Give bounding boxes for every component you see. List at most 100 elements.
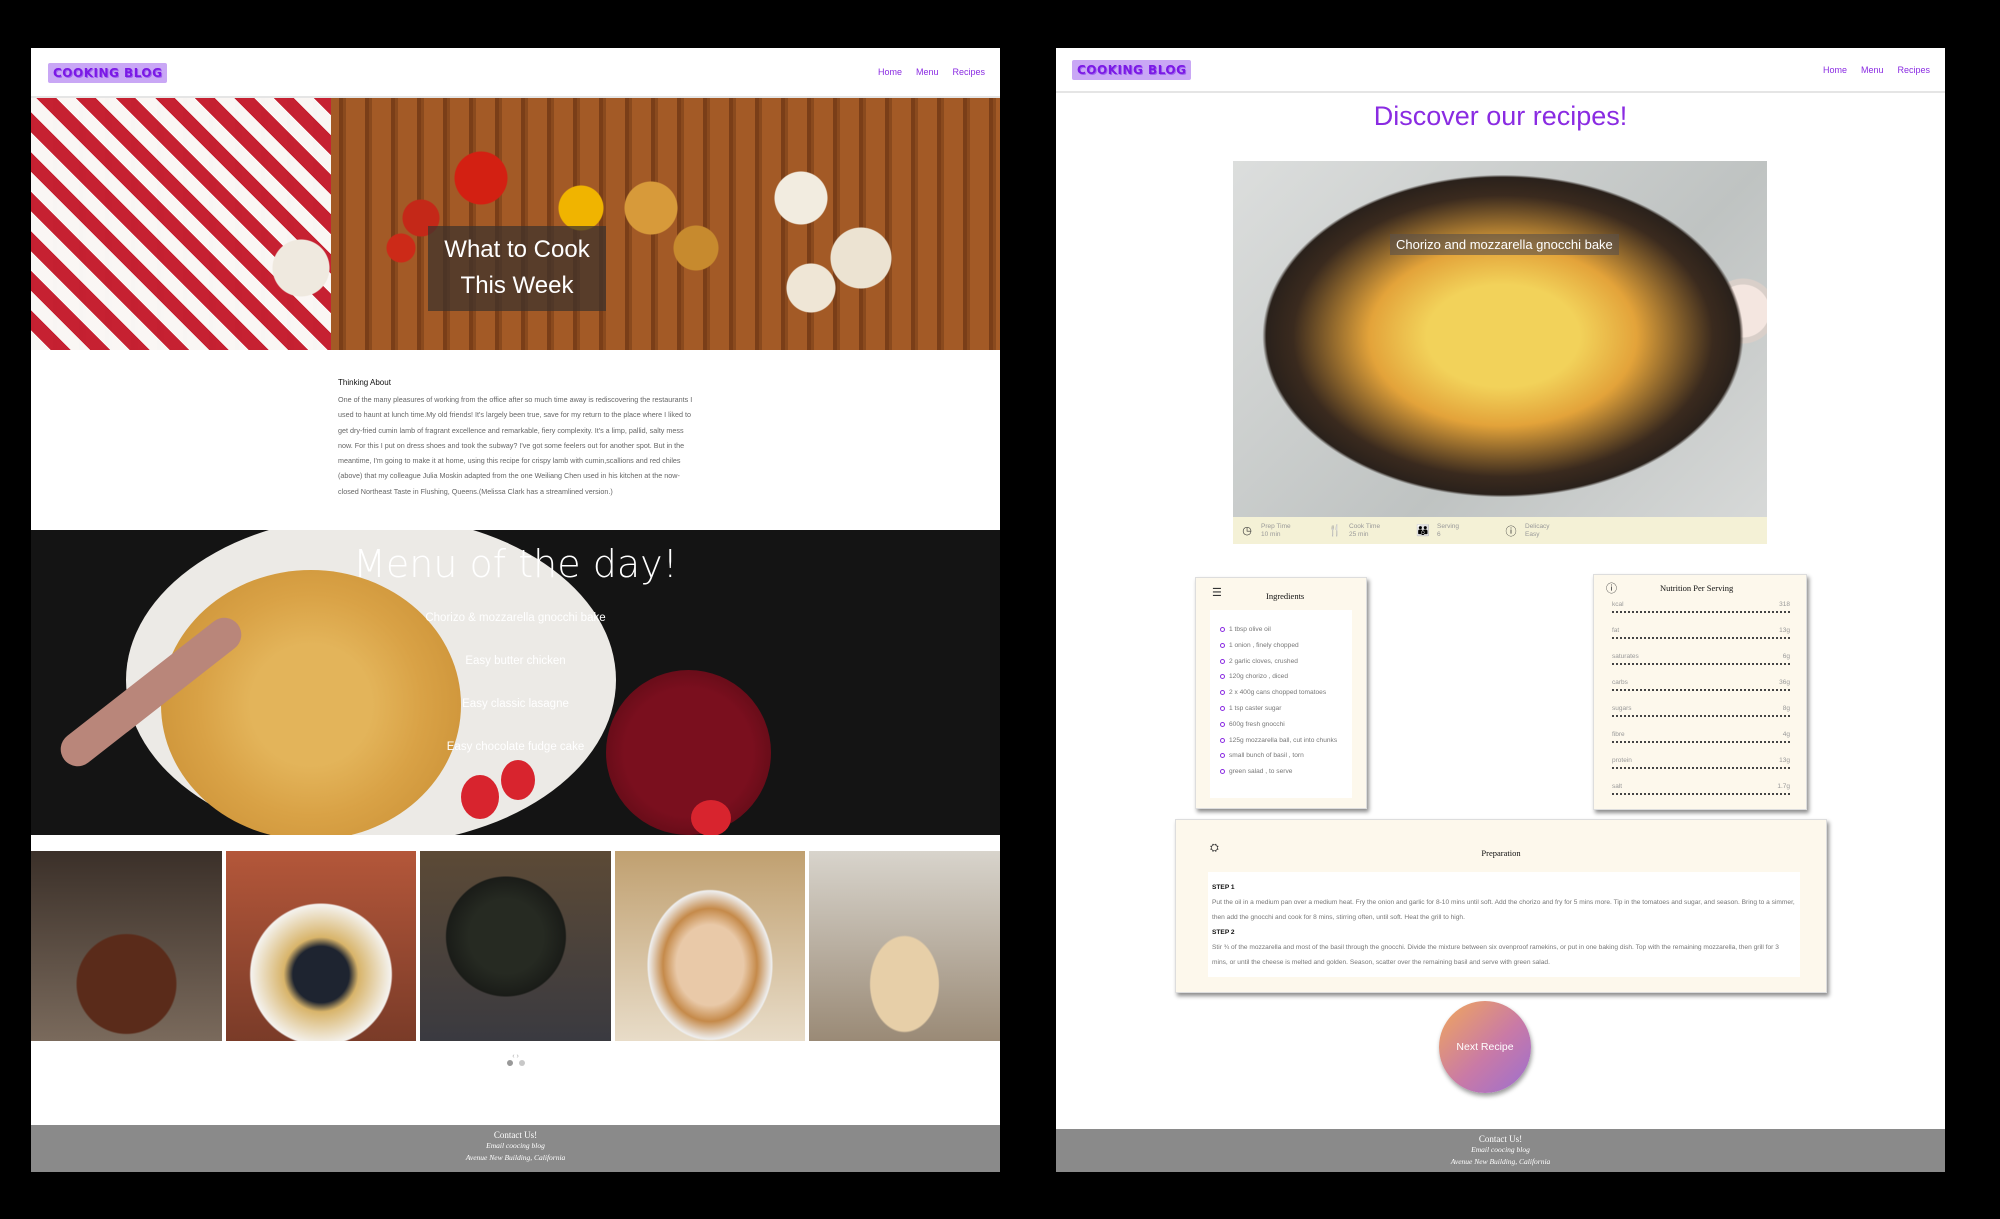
nutrition-row: carbs 36g [1612, 673, 1790, 691]
clock-icon: ◷ [1242, 525, 1252, 537]
menu-item[interactable]: Easy chocolate fudge cake [31, 741, 1000, 753]
nutrition-title: Nutrition Per Serving [1660, 583, 1734, 593]
top-nav: COOKING BLOG Home Menu Recipes [31, 48, 1000, 98]
nutrition-value: 13g [1779, 757, 1790, 764]
stat-delicacy: ⓘ Delicacy Easy [1497, 523, 1585, 539]
footer: Contact Us! Email coocing blog Avenue Ne… [1056, 1129, 1945, 1172]
ingredient-item: 1 onion , finely chopped [1220, 638, 1342, 654]
menu-title: Menu of the day! [353, 542, 678, 586]
footer-email[interactable]: Email coocing blog [31, 1140, 1000, 1152]
stat-value: Easy [1525, 530, 1540, 538]
footer-address: Avenue New Building, California [465, 1153, 566, 1162]
cutlery-icon: 🍴 [1328, 525, 1342, 537]
recipe-image: Chorizo and mozzarella gnocchi bake [1233, 161, 1767, 517]
nutrition-label: protein [1612, 757, 1632, 764]
preparation-title: Preparation [1481, 848, 1521, 858]
gallery-image-mussels-pasta[interactable] [225, 851, 417, 1041]
nutrition-value: 13g [1779, 627, 1790, 634]
nutrition-value: 1.7g [1777, 783, 1790, 790]
top-nav: COOKING BLOG Home Menu Recipes [1056, 48, 1945, 93]
footer-address: Avenue New Building, California [1450, 1157, 1551, 1166]
nutrition-row: kcal 318 [1612, 595, 1790, 613]
footer: Contact Us! Email coocing blog Avenue Ne… [31, 1125, 1000, 1172]
nav-links: Home Menu Recipes [1823, 65, 1930, 75]
stat-label: Delicacy [1525, 522, 1550, 530]
site-logo[interactable]: COOKING BLOG [1072, 60, 1192, 80]
gallery-image-dessert[interactable] [31, 851, 222, 1041]
strawberry-image [461, 775, 499, 819]
nutrition-label: sugars [1612, 705, 1632, 712]
stat-value: 25 min [1349, 530, 1369, 538]
nutrition-value: 36g [1779, 679, 1790, 686]
ingredient-item: 120g chorizo , diced [1220, 669, 1342, 685]
stat-prep: ◷ Prep Time 10 min [1233, 523, 1321, 539]
nutrition-row: fat 13g [1612, 621, 1790, 639]
gallery-image-pizza[interactable] [809, 851, 1000, 1041]
gallery-image-pie[interactable] [614, 851, 806, 1041]
people-icon: 👪 [1416, 525, 1430, 537]
ingredient-item: 2 garlic cloves, crushed [1220, 654, 1342, 670]
menu-item[interactable]: Easy classic lasagne [31, 698, 1000, 710]
footer-title: Contact Us! [1478, 1134, 1523, 1144]
nutrition-card: ⓘ Nutrition Per Serving kcal 318 fat 13g s… [1593, 574, 1807, 810]
nutrition-label: kcal [1612, 601, 1624, 608]
step-text: Stir ¾ of the mozzarella and most of the… [1212, 944, 1779, 966]
ingredients-card: ☰ Ingredients 1 tbsp olive oil 1 onion ,… [1195, 577, 1367, 809]
carousel-dot[interactable] [506, 1060, 513, 1066]
nav-menu[interactable]: Menu [916, 67, 939, 77]
nutrition-row: sugars 8g [1612, 699, 1790, 717]
footer-email[interactable]: Email coocing blog [1056, 1144, 1945, 1156]
menu-item[interactable]: Easy butter chicken [31, 655, 1000, 667]
nav-links: Home Menu Recipes [878, 67, 985, 77]
menu-item[interactable]: Chorizo & mozzarella gnocchi bake [31, 612, 1000, 624]
hero-banner-image: What to Cook This Week [31, 98, 1000, 350]
carousel-dots: ‹ › [31, 1053, 1000, 1068]
nutrition-value: 4g [1782, 731, 1790, 738]
nav-home[interactable]: Home [878, 67, 902, 77]
nav-menu[interactable]: Menu [1861, 65, 1884, 75]
gallery-image-mussels[interactable] [420, 851, 611, 1041]
info-icon: ⓘ [1505, 525, 1517, 538]
stat-label: Prep Time [1261, 522, 1291, 530]
ingredient-item: small bunch of basil , torn [1220, 748, 1342, 764]
ingredient-item: 2 x 400g cans chopped tomatoes [1220, 685, 1342, 701]
carousel-arrows[interactable]: ‹ › [31, 1053, 1000, 1060]
gallery-carousel [31, 851, 1000, 1041]
article-body: One of the many pleasures of working fro… [338, 395, 693, 496]
step-label: STEP 2 [1212, 929, 1235, 936]
stat-value: 10 min [1261, 530, 1281, 538]
stat-value: 6 [1437, 530, 1441, 538]
nav-home[interactable]: Home [1823, 65, 1847, 75]
nutrition-label: salt [1612, 783, 1623, 790]
ingredient-item: 125g mozzarella ball, cut into chunks [1220, 733, 1342, 749]
preparation-steps: STEP 1 Put the oil in a medium pan over … [1208, 872, 1800, 977]
next-recipe-button[interactable]: Next Recipe [1439, 1001, 1531, 1093]
nutrition-value: 6g [1782, 653, 1790, 660]
article-heading: Thinking About [338, 378, 391, 387]
home-page: COOKING BLOG Home Menu Recipes What to C… [31, 48, 1000, 1172]
recipe-stats-bar: ◷ Prep Time 10 min 🍴 Cook Time 25 min 👪 Se… [1233, 517, 1767, 544]
nutrition-value: 8g [1782, 705, 1790, 712]
nutrition-row: fibre 4g [1612, 725, 1790, 743]
step-text: Put the oil in a medium pan over a mediu… [1212, 899, 1795, 921]
nutrition-label: fibre [1612, 731, 1625, 738]
nutrition-row: salt 1.7g [1612, 777, 1790, 795]
ingredients-list: 1 tbsp olive oil 1 onion , finely choppe… [1210, 610, 1352, 798]
ingredient-item: 600g fresh gnocchi [1220, 717, 1342, 733]
carousel-dot[interactable] [518, 1060, 525, 1066]
recipe-page: COOKING BLOG Home Menu Recipes Discover … [1056, 48, 1945, 1172]
stat-serving: 👪 Serving 6 [1409, 523, 1497, 539]
ingredients-title: Ingredients [1266, 591, 1305, 601]
nutrition-value: 318 [1779, 601, 1790, 608]
footer-title: Contact Us! [493, 1130, 538, 1140]
site-logo[interactable]: COOKING BLOG [48, 63, 168, 83]
strawberry-image [501, 760, 535, 800]
nav-recipes[interactable]: Recipes [1897, 65, 1930, 75]
strawberry-image [691, 800, 731, 835]
stat-cook: 🍴 Cook Time 25 min [1321, 523, 1409, 539]
nutrition-row: saturates 6g [1612, 647, 1790, 665]
ingredient-item: 1 tbsp olive oil [1220, 622, 1342, 638]
ingredient-item: 1 tsp caster sugar [1220, 701, 1342, 717]
nav-recipes[interactable]: Recipes [952, 67, 985, 77]
stat-label: Cook Time [1349, 522, 1381, 530]
